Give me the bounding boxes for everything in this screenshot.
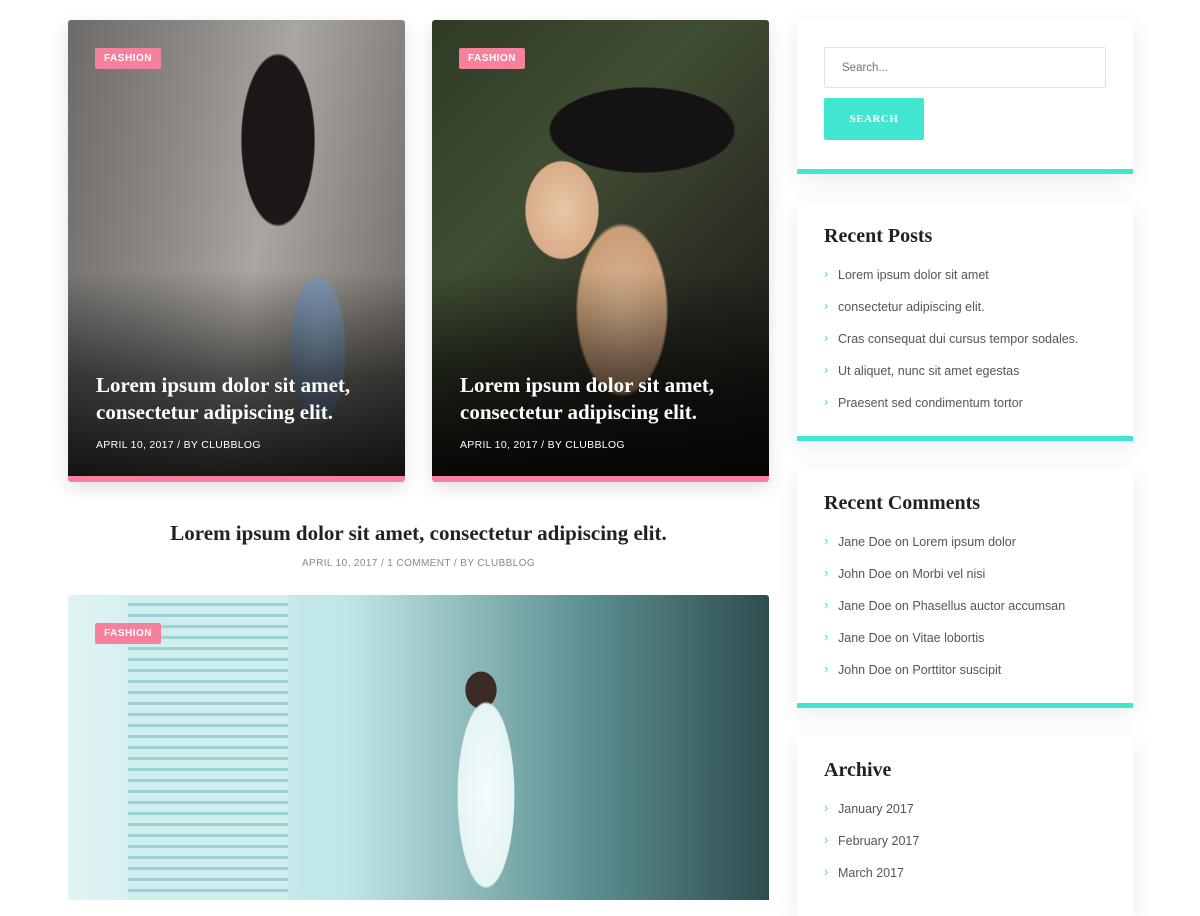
category-badge[interactable]: FASHION <box>95 48 161 69</box>
chevron-right-icon: › <box>824 661 829 676</box>
widget-title: Recent Comments <box>824 492 981 514</box>
list-item-link[interactable]: February 2017 <box>838 834 919 848</box>
list-item[interactable]: › John Doe on Morbi vel nisi <box>824 565 1065 599</box>
post-card-1[interactable]: FASHION Lorem ipsum dolor sit amet, cons… <box>68 20 405 482</box>
chevron-right-icon: › <box>824 864 829 879</box>
post-card-2-accent-bar <box>432 476 769 482</box>
list-item[interactable]: › Jane Doe on Vitae lobortis <box>824 629 1065 663</box>
archive-list: › January 2017 › February 2017 › March 2017 <box>824 800 919 898</box>
list-item-link[interactable]: March 2017 <box>838 866 904 880</box>
list-item[interactable]: › February 2017 <box>824 832 919 866</box>
recent-comments-list: › Jane Doe on Lorem ipsum dolor › John Doe… <box>824 533 1065 695</box>
list-item-link[interactable]: Jane Doe on Phasellus auctor accumsan <box>838 599 1065 613</box>
list-item[interactable]: › Praesent sed condimentum tortor <box>824 394 1078 428</box>
list-item[interactable]: › Ut aliquet, nunc sit amet egestas <box>824 362 1078 396</box>
post-card-2[interactable]: FASHION Lorem ipsum dolor sit amet, cons… <box>432 20 769 482</box>
recent-posts-list: › Lorem ipsum dolor sit amet › consectetur… <box>824 266 1078 428</box>
post-card-1-meta: APRIL 10, 2017 / BY CLUBBLOG <box>96 439 261 451</box>
list-item[interactable]: › Lorem ipsum dolor sit amet <box>824 266 1078 300</box>
post-card-2-title[interactable]: Lorem ipsum dolor sit amet, consectetur … <box>460 372 749 426</box>
widget-title: Archive <box>824 759 892 781</box>
list-item-link[interactable]: Praesent sed condimentum tortor <box>838 396 1023 410</box>
search-widget: SEARCH <box>797 20 1133 174</box>
chevron-right-icon: › <box>824 362 829 377</box>
list-item[interactable]: › January 2017 <box>824 800 919 834</box>
list-item-link[interactable]: January 2017 <box>838 802 914 816</box>
chevron-right-icon: › <box>824 330 829 345</box>
chevron-right-icon: › <box>824 597 829 612</box>
recent-comments-widget: Recent Comments › Jane Doe on Lorem ipsum… <box>797 469 1133 708</box>
chevron-right-icon: › <box>824 533 829 548</box>
featured-post-image[interactable]: FASHION <box>68 595 769 900</box>
widget-accent-bar <box>797 169 1133 174</box>
category-badge[interactable]: FASHION <box>95 623 161 644</box>
list-item-link[interactable]: Jane Doe on Vitae lobortis <box>838 631 984 645</box>
category-badge[interactable]: FASHION <box>459 48 525 69</box>
chevron-right-icon: › <box>824 800 829 815</box>
list-item-link[interactable]: John Doe on Porttitor suscipit <box>838 663 1001 677</box>
list-item-link[interactable]: Cras consequat dui cursus tempor sodales… <box>838 332 1078 346</box>
widget-title: Recent Posts <box>824 225 933 247</box>
list-item-link[interactable]: consectetur adipiscing elit. <box>838 300 985 314</box>
featured-post-title[interactable]: Lorem ipsum dolor sit amet, consectetur … <box>68 521 769 546</box>
chevron-right-icon: › <box>824 394 829 409</box>
chevron-right-icon: › <box>824 266 829 281</box>
chevron-right-icon: › <box>824 565 829 580</box>
list-item[interactable]: › March 2017 <box>824 864 919 898</box>
list-item-link[interactable]: John Doe on Morbi vel nisi <box>838 567 985 581</box>
recent-posts-widget: Recent Posts › Lorem ipsum dolor sit amet… <box>797 202 1133 441</box>
post-card-2-meta: APRIL 10, 2017 / BY CLUBBLOG <box>460 439 625 451</box>
list-item[interactable]: › Cras consequat dui cursus tempor sodale… <box>824 330 1078 364</box>
list-item[interactable]: › John Doe on Porttitor suscipit <box>824 661 1065 695</box>
list-item-link[interactable]: Jane Doe on Lorem ipsum dolor <box>838 535 1016 549</box>
list-item[interactable]: › Jane Doe on Phasellus auctor accumsan <box>824 597 1065 631</box>
list-item[interactable]: › Jane Doe on Lorem ipsum dolor <box>824 533 1065 567</box>
list-item-link[interactable]: Lorem ipsum dolor sit amet <box>838 268 989 282</box>
post-card-1-title[interactable]: Lorem ipsum dolor sit amet, consectetur … <box>96 372 385 426</box>
widget-accent-bar <box>797 436 1133 441</box>
widget-accent-bar <box>797 703 1133 708</box>
chevron-right-icon: › <box>824 832 829 847</box>
post-card-1-accent-bar <box>68 476 405 482</box>
chevron-right-icon: › <box>824 298 829 313</box>
search-input[interactable] <box>824 47 1106 88</box>
list-item-link[interactable]: Ut aliquet, nunc sit amet egestas <box>838 364 1019 378</box>
list-item[interactable]: › consectetur adipiscing elit. <box>824 298 1078 332</box>
chevron-right-icon: › <box>824 629 829 644</box>
search-button[interactable]: SEARCH <box>824 98 924 140</box>
featured-post-meta: APRIL 10, 2017 / 1 COMMENT / BY CLUBBLOG <box>301 558 536 569</box>
archive-widget: Archive › January 2017 › February 2017 › Ma… <box>797 736 1133 916</box>
